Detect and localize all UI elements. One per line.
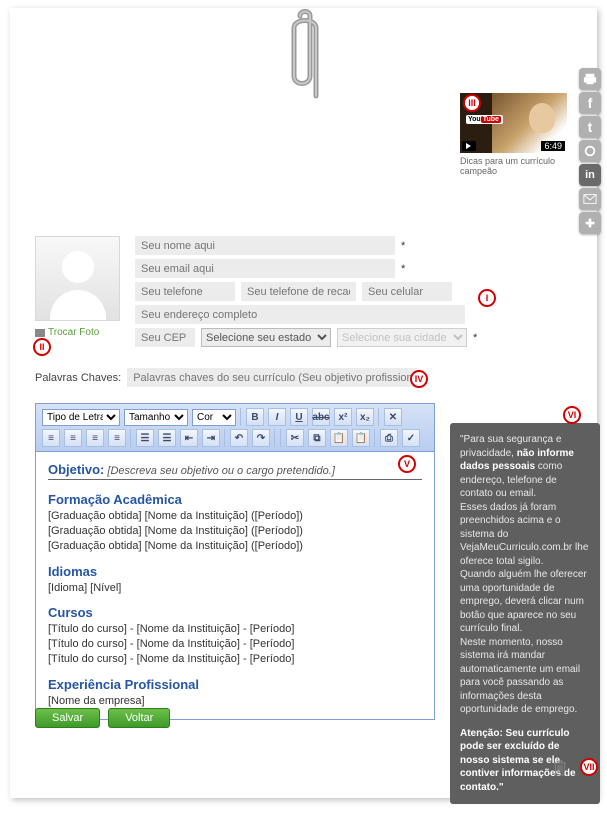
state-select[interactable]: Selecione seu estado	[201, 328, 331, 347]
camera-icon	[35, 329, 45, 337]
indent-button[interactable]: ⇥	[202, 429, 220, 447]
save-button[interactable]: Salvar	[35, 708, 100, 728]
play-icon[interactable]	[462, 141, 476, 151]
superscript-button[interactable]: x²	[334, 408, 352, 426]
bold-button[interactable]: B	[246, 408, 264, 426]
font-select[interactable]: Tipo de Letra	[42, 409, 120, 426]
marker-iii: III	[463, 94, 481, 112]
marker-vi: VI	[563, 406, 581, 424]
keywords-input[interactable]	[127, 368, 417, 387]
size-select[interactable]: Tamanho	[124, 409, 188, 426]
experience-heading: Experiência Profissional	[48, 677, 422, 692]
marker-vii: VII	[580, 758, 598, 776]
form-actions: Salvar Voltar	[35, 708, 170, 728]
strike-button[interactable]: abc	[312, 408, 330, 426]
twitter-icon[interactable]: t	[579, 116, 601, 138]
objective-heading: Objetivo:	[48, 462, 104, 477]
align-justify-button[interactable]: ≡	[108, 429, 126, 447]
alt-phone-input[interactable]	[241, 282, 356, 301]
align-center-button[interactable]: ≡	[64, 429, 82, 447]
languages-heading: Idiomas	[48, 564, 422, 579]
paste-text-button[interactable]: 📋	[352, 429, 370, 447]
city-select: Selecione sua cidade	[337, 328, 467, 347]
marker-i: I	[478, 289, 496, 307]
education-list: [Graduação obtida] [Nome da Instituição]…	[48, 509, 422, 554]
address-input[interactable]	[135, 305, 465, 324]
align-right-button[interactable]: ≡	[86, 429, 104, 447]
clear-format-button[interactable]: ✕	[384, 408, 402, 426]
facebook-icon[interactable]: f	[579, 92, 601, 114]
youtube-logo-icon: YouTube	[466, 115, 503, 124]
linkedin-icon[interactable]: in	[579, 164, 601, 186]
required-mark: *	[401, 240, 405, 252]
video-caption: Dicas para um currículo campeão	[460, 156, 567, 176]
keywords-row: Palavras Chaves:	[35, 368, 567, 387]
swap-photo-link[interactable]: Trocar Foto	[35, 327, 125, 338]
outdent-button[interactable]: ⇤	[180, 429, 198, 447]
social-rail: f t in	[579, 68, 601, 234]
undo-button[interactable]: ↶	[230, 429, 248, 447]
courses-list: [Título do curso] - [Nome da Instituição…	[48, 622, 422, 667]
color-select[interactable]: Cor	[192, 409, 236, 426]
cep-input[interactable]	[135, 328, 195, 347]
add-icon[interactable]	[579, 212, 601, 234]
marker-iv: IV	[410, 370, 428, 388]
email-icon[interactable]	[579, 188, 601, 210]
paste-button[interactable]: 📋	[330, 429, 348, 447]
privacy-tip: "Para sua segurança e privacidade, não i…	[450, 423, 600, 804]
rich-editor: Tipo de Letra Tamanho Cor B I U abc x² x…	[35, 403, 435, 720]
redo-button[interactable]: ↷	[252, 429, 270, 447]
unordered-list-button[interactable]: ☰	[158, 429, 176, 447]
marker-ii: II	[33, 338, 51, 356]
swap-photo-label: Trocar Foto	[48, 327, 99, 338]
cell-input[interactable]	[362, 282, 452, 301]
ordered-list-button[interactable]: ☰	[136, 429, 154, 447]
print-button[interactable]: ⎙	[380, 429, 398, 447]
objective-placeholder: [Descreva seu objetivo ou o cargo preten…	[107, 465, 334, 477]
paperclip-icon	[280, 6, 335, 119]
education-heading: Formação Acadêmica	[48, 492, 422, 507]
print-icon[interactable]	[579, 68, 601, 90]
avatar-placeholder	[35, 236, 120, 321]
copy-button[interactable]: ⧉	[308, 429, 326, 447]
courses-heading: Cursos	[48, 605, 422, 620]
video-duration: 6:49	[541, 141, 565, 151]
name-input[interactable]	[135, 236, 395, 255]
trash-icon[interactable]	[553, 760, 567, 776]
spellcheck-button[interactable]: ✓	[402, 429, 420, 447]
subscript-button[interactable]: x₂	[356, 408, 374, 426]
marker-v: V	[398, 455, 416, 473]
editor-body[interactable]: Objetivo: [Descreva seu objetivo ou o ca…	[35, 452, 435, 720]
underline-button[interactable]: U	[290, 408, 308, 426]
page: f t in YouTube 6:49 Dicas para um curríc…	[10, 8, 597, 798]
cut-button[interactable]: ✂	[286, 429, 304, 447]
italic-button[interactable]: I	[268, 408, 286, 426]
align-left-button[interactable]: ≡	[42, 429, 60, 447]
keywords-label: Palavras Chaves:	[35, 372, 121, 384]
phone-input[interactable]	[135, 282, 235, 301]
orkut-icon[interactable]	[579, 140, 601, 162]
back-button[interactable]: Voltar	[108, 708, 170, 728]
email-input[interactable]	[135, 259, 395, 278]
editor-toolbar: Tipo de Letra Tamanho Cor B I U abc x² x…	[35, 403, 435, 452]
